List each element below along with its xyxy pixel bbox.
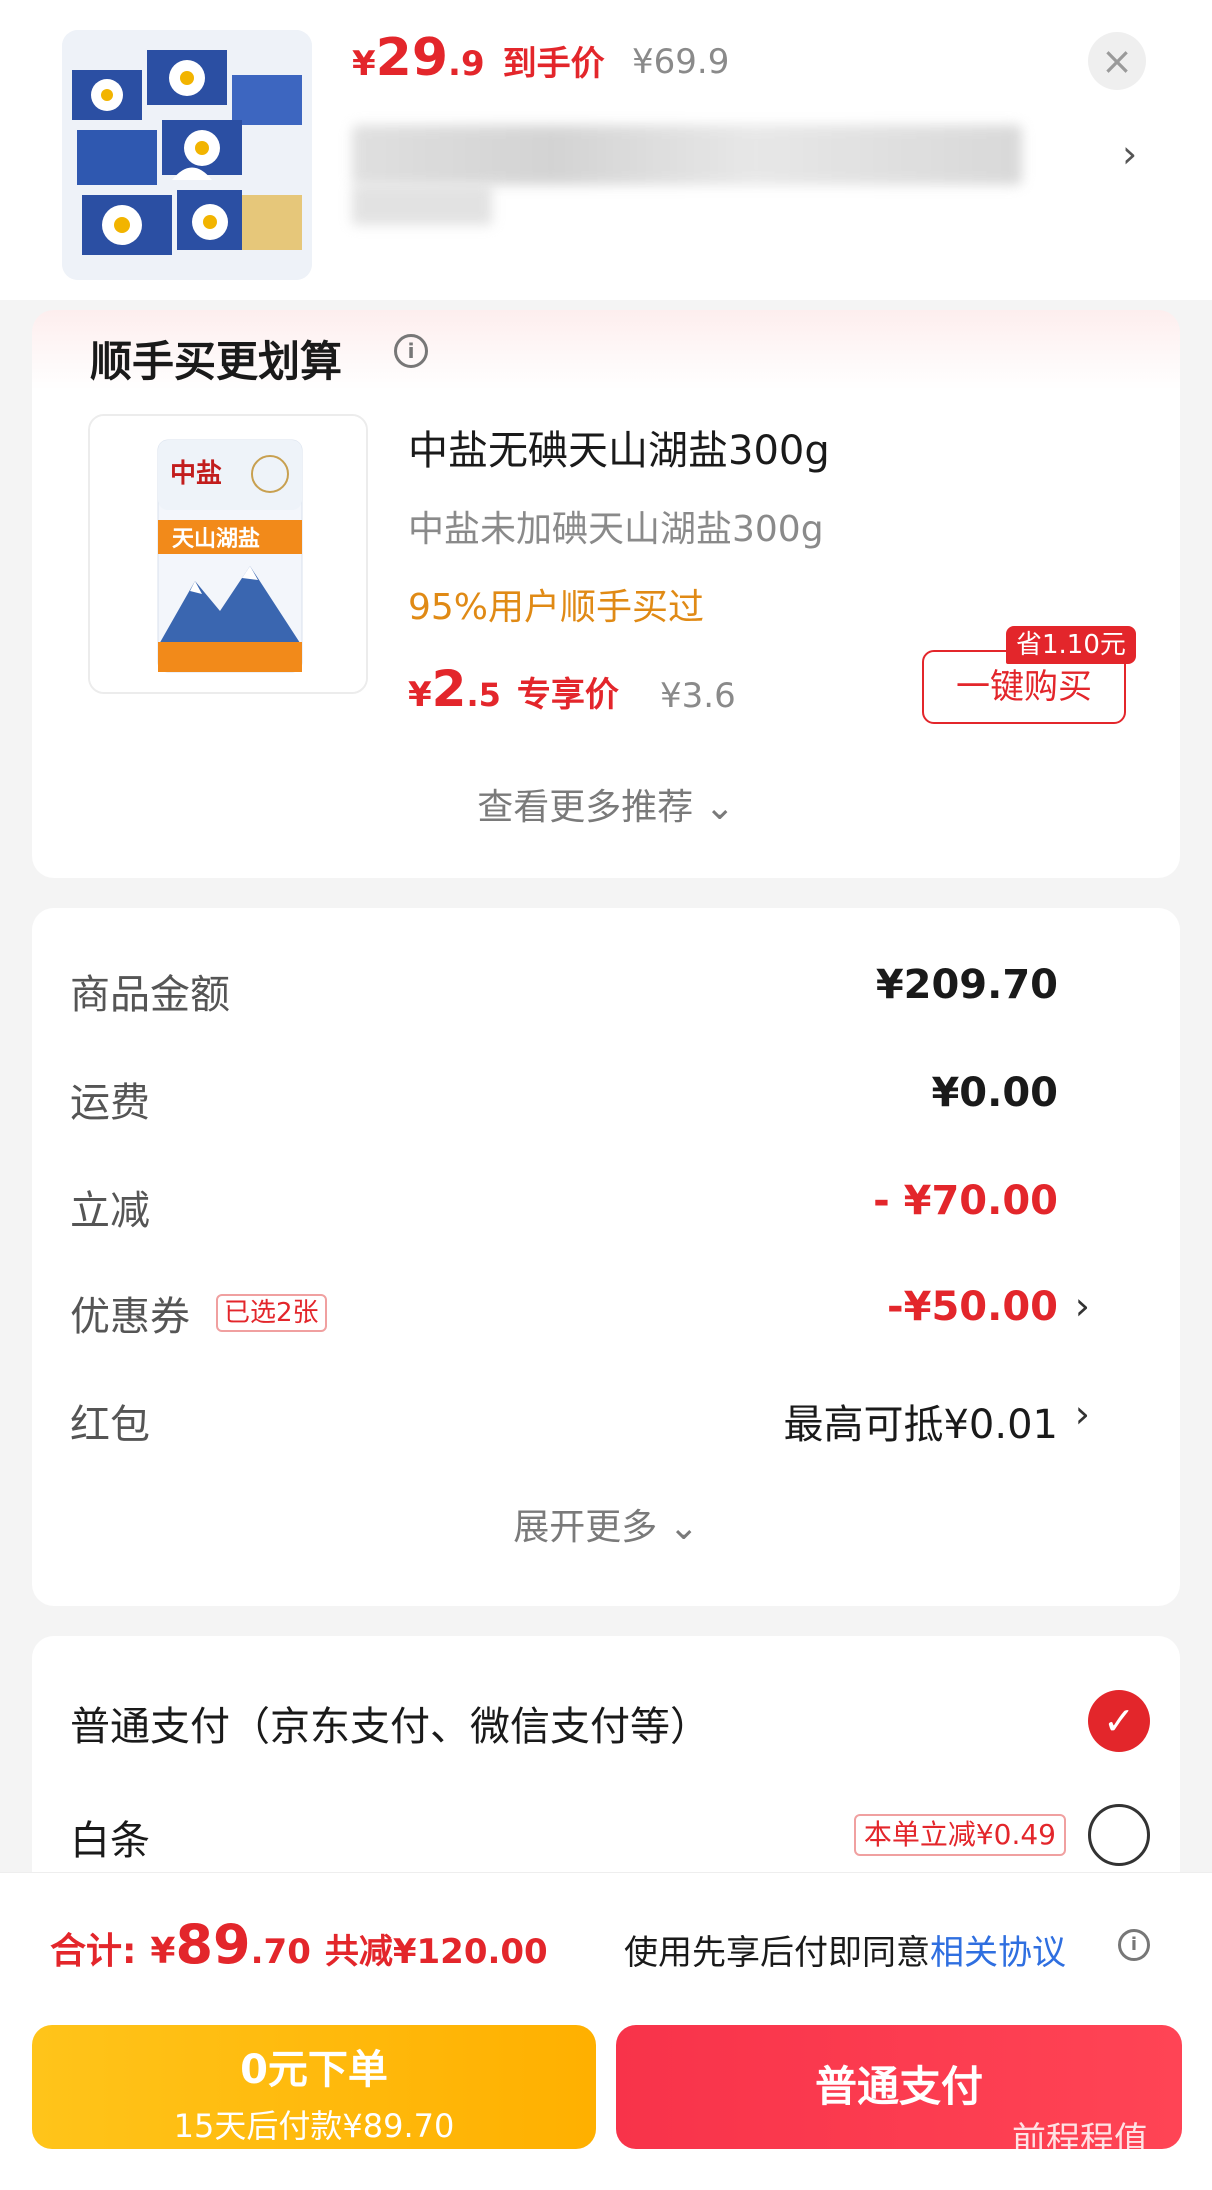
coupon-selected-chip: 已选2张 [216,1294,327,1332]
payment-option-label: 白条 [70,1818,150,1864]
add-on-recommend-card: 顺手买更划算 i 中盐 天山湖盐 中盐无碘天山湖盐300g 中盐未加碘天山湖盐3… [32,310,1180,878]
watermark-url: zhizhizhi.com [1060,2160,1182,2181]
row-value: - ¥70.00 [873,1178,1058,1224]
price-summary-card: 商品金额 ¥209.70 运费 ¥0.00 立减 - ¥70.00 优惠券 已选… [32,908,1180,1606]
baitiao-discount-chip: 本单立减¥0.49 [853,1814,1066,1856]
agreement-text: 使用先享后付即同意相关协议 [624,1925,1066,1974]
recommend-product-subtitle: 中盐未加碘天山湖盐300g [408,509,824,550]
button-subtitle: 15天后付款¥89.70 [173,2107,455,2145]
price-integer: 29 [375,28,449,88]
total-decimal: .70 [250,1932,311,1972]
payment-option-normal[interactable]: 普通支付（京东支付、微信支付等） ✓ [70,1690,1150,1754]
payment-options-card: 普通支付（京东支付、微信支付等） ✓ 白条 本单立减¥0.49 [32,1636,1180,1896]
watermark-text: 前程程值 [1012,2120,1148,2160]
total-integer: 89 [175,1913,251,1976]
row-value: -¥50.00 [887,1284,1058,1330]
price-tag: 专享价 [516,675,619,715]
blurred-product-title-line2 [352,185,492,225]
row-label: 优惠券 [70,1294,190,1340]
checked-icon[interactable]: ✓ [1088,1690,1150,1752]
order-total: 合计: ¥ 89 .70 共减¥120.00 [50,1913,548,1976]
chevron-right-icon[interactable]: › [1075,1392,1090,1436]
close-button[interactable]: × [1088,32,1146,90]
total-label: 合计: [50,1931,137,1972]
agreement-link[interactable]: 相关协议 [930,1933,1066,1973]
price-tag: 到手价 [502,44,605,84]
chevron-right-icon[interactable]: › [1075,1284,1090,1328]
zero-down-order-button[interactable]: 0元下单 15天后付款¥89.70 [32,2025,596,2149]
final-price: ¥ 29 .9 到手价 [352,28,605,88]
row-label: 红包 [70,1402,150,1448]
svg-text:中盐: 中盐 [170,459,222,489]
recommend-product-image[interactable]: 中盐 天山湖盐 [88,414,368,694]
button-title: 0元下单 [240,2047,388,2093]
total-savings: 共减¥120.00 [324,1932,548,1972]
price-decimal: .9 [448,44,485,84]
expand-more-link[interactable]: 展开更多 ⌄ [32,1498,1180,1550]
price-currency: ¥ [352,44,376,84]
recommend-product-name[interactable]: 中盐无碘天山湖盐300g [408,418,830,476]
summary-row-red-packet[interactable]: 红包 最高可抵¥0.01 › [70,1392,1130,1452]
agreement-prefix: 使用先享后付即同意 [624,1933,930,1973]
chevron-right-icon[interactable]: › [1122,132,1137,176]
product-thumbnail[interactable] [62,30,312,280]
price-integer: 2 [431,660,467,718]
payment-option-label: 普通支付（京东支付、微信支付等） [70,1704,710,1750]
summary-row-coupon[interactable]: 优惠券 已选2张 -¥50.00 › [70,1284,1130,1344]
info-icon[interactable]: i [394,334,428,368]
radio-unchecked-icon[interactable] [1088,1804,1150,1866]
row-value: ¥0.00 [931,1070,1058,1116]
total-currency: ¥ [150,1931,176,1972]
row-label: 立减 [70,1188,150,1234]
svg-text:天山湖盐: 天山湖盐 [172,527,260,552]
see-more-recommend-link[interactable]: 查看更多推荐 ⌄ [32,778,1180,830]
recommend-purchase-rate: 95%用户顺手买过 [408,587,705,628]
row-value: 最高可抵¥0.01 [783,1402,1058,1448]
recommend-price: ¥ 2 .5 专享价 [408,660,619,718]
price-decimal: .5 [466,676,501,714]
recommend-original-price: ¥3.6 [660,676,736,716]
row-label: 商品金额 [70,972,230,1018]
row-label: 运费 [70,1080,150,1126]
recommend-title: 顺手买更划算 [90,337,343,386]
payment-option-baitiao[interactable]: 白条 本单立减¥0.49 [70,1804,1150,1868]
product-header: ¥ 29 .9 到手价 ¥69.9 × › [0,0,1212,300]
info-icon[interactable]: i [1118,1929,1150,1961]
save-badge: 省1.10元 [1006,626,1136,664]
price-currency: ¥ [408,675,432,715]
blurred-product-title [352,125,1022,185]
summary-row-goods-amount: 商品金额 ¥209.70 [70,962,1130,1022]
summary-row-instant-discount: 立减 - ¥70.00 [70,1178,1130,1238]
original-price: ¥69.9 [632,42,730,82]
row-value: ¥209.70 [875,962,1058,1008]
summary-row-shipping: 运费 ¥0.00 [70,1070,1130,1130]
